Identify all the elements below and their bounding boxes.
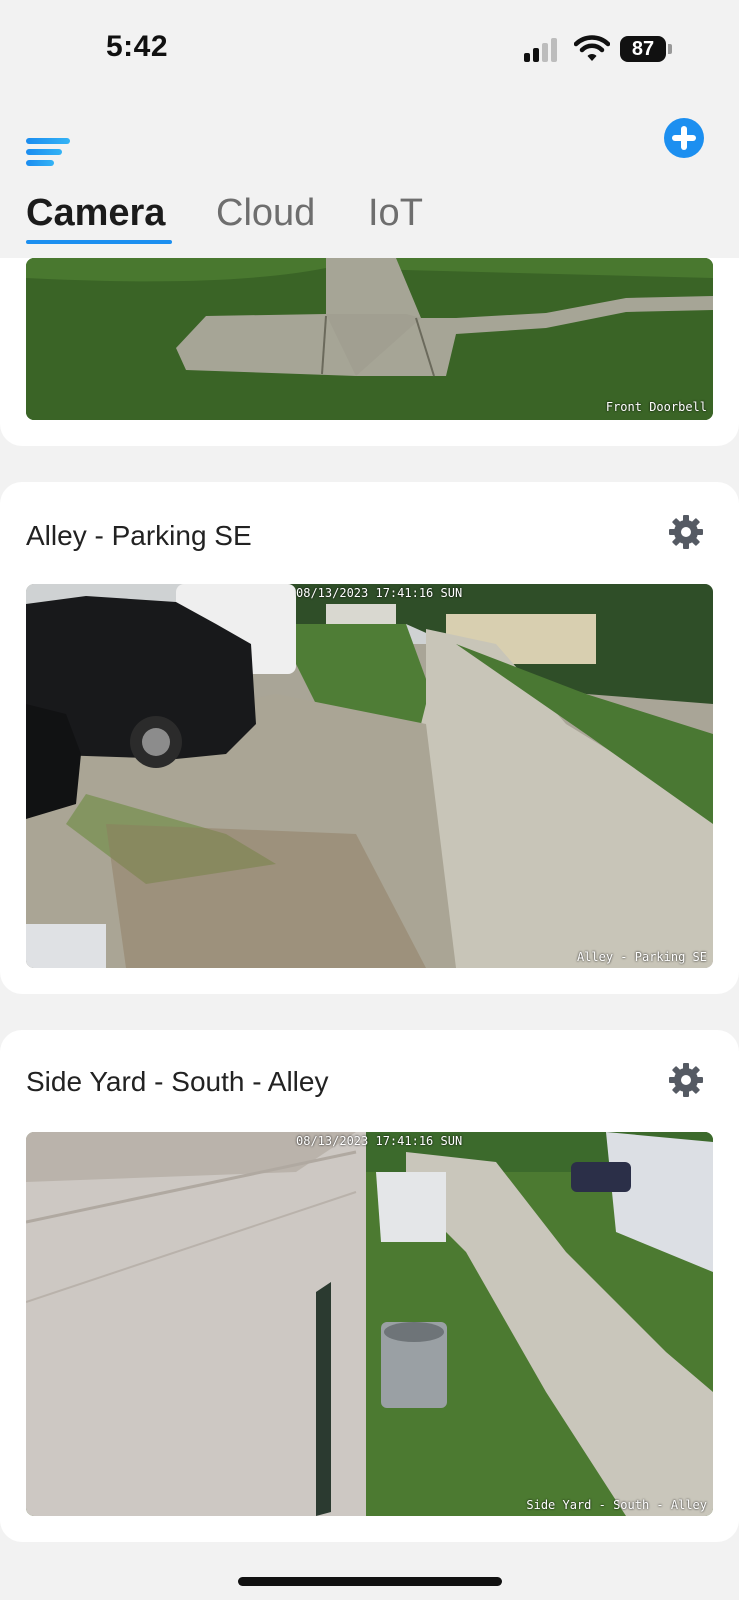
camera-feed-alley-parking[interactable]: 08/13/2023 17:41:16 SUN Alley - Parking …: [26, 584, 713, 968]
wifi-icon: [573, 34, 611, 62]
camera-title: Alley - Parking SE: [26, 520, 252, 551]
camera-card-side-yard: Side Yard - South - Alley 08/13/2023 17:…: [0, 1030, 739, 1542]
status-bar: 5:42 87: [0, 0, 739, 100]
battery-icon: 87: [620, 36, 672, 62]
camera-title: Side Yard - South - Alley: [26, 1066, 329, 1097]
gear-icon[interactable]: [668, 514, 704, 550]
tab-cloud[interactable]: Cloud: [216, 192, 315, 235]
battery-level: 87: [620, 36, 666, 62]
menu-icon[interactable]: [26, 120, 74, 166]
status-time: 5:42: [106, 30, 169, 63]
feed-osd-time: 08/13/2023 17:41:16 SUN: [296, 1134, 463, 1148]
camera-card-alley-parking: Alley - Parking SE 08/13/2023 17:41:16 S…: [0, 482, 739, 994]
home-indicator[interactable]: [238, 1577, 502, 1586]
tab-camera[interactable]: Camera: [26, 192, 165, 235]
feed-osd-name: Alley - Parking SE: [576, 950, 707, 964]
feed-osd-time: 08/13/2023 17:41:16 SUN: [296, 586, 463, 600]
add-icon[interactable]: [664, 118, 704, 158]
feed-osd-name: Side Yard - South - Alley: [526, 1498, 707, 1512]
tab-iot[interactable]: IoT: [368, 192, 423, 235]
camera-feed-side-yard[interactable]: 08/13/2023 17:41:16 SUN Side Yard - Sout…: [26, 1132, 713, 1516]
signal-icon: [524, 38, 560, 62]
feed-osd-name: Front Doorbell: [605, 400, 707, 414]
active-tab-indicator: [26, 240, 172, 244]
camera-feed-front-doorbell[interactable]: Front Doorbell: [26, 258, 713, 420]
gear-icon[interactable]: [668, 1062, 704, 1098]
app-header: Camera Cloud IoT: [0, 100, 739, 258]
